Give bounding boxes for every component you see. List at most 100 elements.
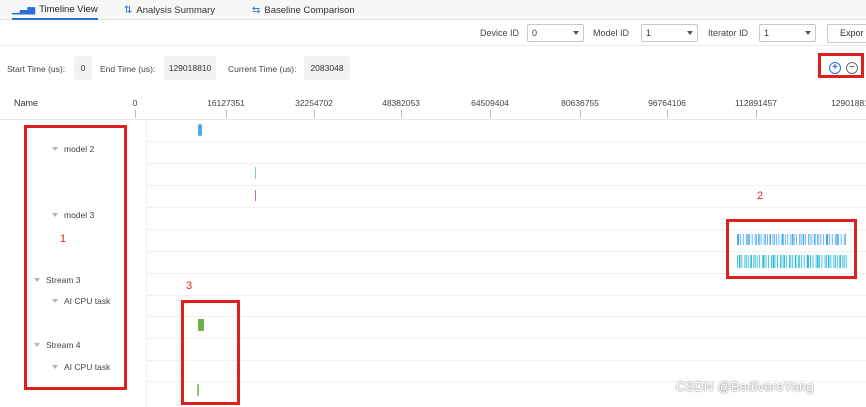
timeline-tick	[829, 234, 831, 245]
row-divider	[147, 229, 866, 230]
timeline-tick	[794, 255, 797, 268]
timeline-task-bar[interactable]	[255, 190, 256, 201]
axis-tick-label: 112891457	[735, 98, 777, 108]
chevron-down-icon[interactable]	[52, 365, 58, 369]
axis-tick-label: 64509404	[471, 98, 509, 108]
timeline-tick	[789, 255, 790, 268]
tree-item-ai-cpu-task[interactable]: AI CPU task	[0, 290, 147, 312]
timeline-axis: Name 0 16127351 32254702 48382053 645094…	[0, 92, 866, 120]
tree-item-label: model 2	[64, 144, 95, 154]
axis-tick-label: 0	[132, 98, 138, 108]
axis-tick-mark	[401, 110, 402, 118]
timeline-tick	[787, 234, 789, 245]
timeline-strip	[737, 255, 847, 268]
axis-tick-label: 48382053	[382, 98, 420, 108]
compare-icon: ⇆	[252, 4, 261, 16]
device-id-select[interactable]: 0	[527, 24, 584, 42]
timeline-task-bar[interactable]	[198, 319, 204, 331]
timeline-tick	[805, 234, 806, 245]
timeline-tick	[817, 255, 819, 268]
annotation-label: 3	[186, 280, 193, 292]
timeline-tick	[799, 234, 801, 245]
timeline-tick	[806, 255, 809, 268]
start-time-value: 0	[74, 56, 92, 80]
timeline-tick	[774, 255, 776, 268]
filter-bar: Device ID 0 Model ID 1 Iterator ID 1 Exp…	[0, 20, 866, 46]
chevron-down-icon	[573, 31, 579, 35]
tab-baseline-comparison[interactable]: ⇆ Baseline Comparison	[252, 0, 355, 20]
timeline-tick	[790, 255, 792, 268]
row-divider	[147, 141, 866, 142]
axis-tick-mark	[226, 110, 227, 118]
timeline-tick	[741, 255, 743, 268]
axis-tick-label: 12901881	[831, 98, 866, 108]
chevron-down-icon[interactable]	[52, 213, 58, 217]
timeline-tick	[808, 255, 809, 268]
timeline-tick	[826, 255, 827, 268]
timeline-tick	[845, 255, 847, 268]
timeline-tick	[833, 255, 835, 268]
tree-item-label: AI CPU task	[64, 362, 111, 372]
zoom-out-icon[interactable]: −	[846, 62, 858, 74]
zoom-in-icon[interactable]: +	[829, 62, 841, 74]
tree-item-model-2[interactable]: model 2	[0, 138, 147, 160]
tab-timeline-view[interactable]: ▁▃▅ Timeline View	[12, 0, 98, 20]
timeline-tick	[765, 255, 767, 268]
timeline-tick	[836, 234, 838, 245]
timeline-tick	[762, 255, 764, 268]
timeline-task-bar[interactable]	[198, 124, 202, 136]
timeline-tick	[763, 255, 765, 268]
axis-tick-label: 80636755	[561, 98, 599, 108]
timeline-tick	[812, 255, 814, 268]
axis-tick-mark	[135, 110, 136, 118]
timeline-tick	[747, 234, 749, 245]
chevron-down-icon	[805, 31, 811, 35]
tree-item-label: Stream 3	[46, 275, 81, 285]
timeline-tick	[782, 234, 784, 245]
timeline-task-bar[interactable]	[255, 167, 256, 179]
timeline-tick	[827, 255, 830, 268]
model-id-select[interactable]: 1	[641, 24, 698, 42]
timeline-tick	[781, 255, 783, 268]
timeline-tick	[769, 234, 772, 245]
row-divider	[147, 273, 866, 274]
timeline-tick	[781, 234, 783, 245]
timeline-tick	[750, 255, 752, 268]
bar-chart-icon: ▁▃▅	[12, 3, 36, 15]
chevron-down-icon[interactable]	[34, 343, 40, 347]
timeline-tick	[790, 234, 792, 245]
chevron-down-icon[interactable]	[52, 147, 58, 151]
tree-item-stream-4[interactable]: Stream 4	[0, 334, 147, 356]
timeline-tick	[817, 234, 818, 245]
tree-item-model-3[interactable]: model 3	[0, 204, 147, 226]
timeline-tick	[768, 255, 769, 268]
tree-panel: model 2 model 3 Stream 3 AI CPU task Str…	[0, 120, 147, 407]
timeline-tick	[845, 234, 846, 245]
timeline-tick	[811, 234, 813, 245]
iterator-id-label: Iterator ID	[708, 28, 749, 38]
annotation-label: 1	[60, 233, 67, 245]
axis-tick-mark	[667, 110, 668, 118]
dense-timeline-strips	[737, 234, 847, 268]
iterator-id-select[interactable]: 1	[759, 24, 816, 42]
timeline-tick	[800, 234, 802, 245]
timeline-tick	[754, 234, 756, 245]
timeline-tick	[815, 255, 817, 268]
timeline-task-bar[interactable]	[197, 384, 199, 396]
annotation-label: 2	[757, 190, 764, 202]
chevron-down-icon[interactable]	[34, 278, 40, 282]
export-button[interactable]: Expor	[827, 24, 866, 43]
row-divider	[147, 360, 866, 361]
tree-item-label: Stream 4	[46, 340, 81, 350]
chevron-down-icon[interactable]	[52, 299, 58, 303]
timeline-tick	[774, 234, 775, 245]
tree-item-stream-3[interactable]: Stream 3	[0, 269, 147, 291]
tab-analysis-summary[interactable]: ⇅ Analysis Summary	[124, 0, 215, 20]
tree-item-ai-cpu-task[interactable]: AI CPU task	[0, 356, 147, 378]
timeline-tick	[738, 234, 740, 245]
axis-tick-mark	[580, 110, 581, 118]
timeline-tick	[740, 234, 742, 245]
chevron-down-icon	[687, 31, 693, 35]
timeline-tick	[785, 255, 787, 268]
timeline-tick	[831, 234, 833, 245]
